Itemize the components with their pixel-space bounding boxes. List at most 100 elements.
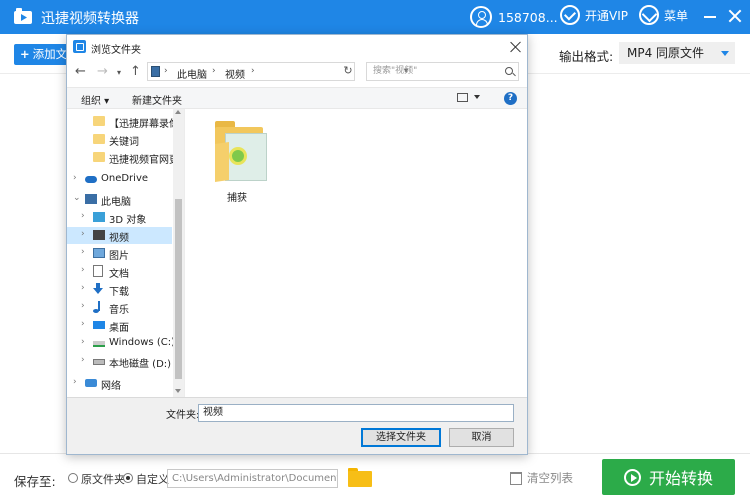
tree-item-label: 下载 bbox=[109, 287, 129, 298]
tree-item[interactable]: › OneDrive bbox=[67, 171, 172, 188]
bottom-bar: 保存至: 原文件夹 自定义 C:\Users\Administrator\Doc… bbox=[0, 453, 750, 501]
browse-folder-icon[interactable] bbox=[348, 468, 372, 487]
scroll-thumb[interactable] bbox=[175, 199, 182, 379]
tree-item[interactable]: › 下载 bbox=[67, 281, 172, 298]
minimize-icon[interactable] bbox=[704, 16, 716, 18]
user-name: 158708... bbox=[498, 9, 558, 25]
video-icon bbox=[93, 230, 105, 240]
folder-icon bbox=[93, 116, 105, 126]
chevron-right-icon[interactable]: › bbox=[81, 337, 85, 347]
tree-item-label: OneDrive bbox=[101, 173, 149, 184]
drive-c-icon bbox=[93, 341, 105, 347]
chevron-right-icon[interactable]: › bbox=[81, 355, 85, 365]
scroll-down-icon[interactable] bbox=[175, 389, 181, 393]
address-segment-pc[interactable]: 此电脑 bbox=[177, 66, 207, 81]
tree-item[interactable]: › 3D 对象 bbox=[67, 209, 172, 226]
user-avatar-icon bbox=[470, 6, 492, 28]
recent-dropdown-icon[interactable]: ▾ bbox=[117, 68, 121, 77]
search-input[interactable]: 搜索"视频" bbox=[366, 62, 519, 81]
capture-folder-label[interactable]: 捕获 bbox=[227, 189, 247, 204]
save-to-label: 保存至: bbox=[14, 474, 56, 489]
address-segment-video[interactable]: 视频 bbox=[225, 66, 245, 81]
address-separator-icon: › bbox=[212, 66, 216, 76]
music-icon bbox=[93, 301, 101, 313]
radio-original-folder[interactable] bbox=[68, 473, 78, 483]
chevron-right-icon[interactable]: › bbox=[81, 319, 85, 329]
output-path-field[interactable]: C:\Users\Administrator\Documents bbox=[167, 469, 338, 488]
chevron-down-icon[interactable]: ⌄ bbox=[73, 193, 81, 203]
dialog-app-icon bbox=[73, 40, 86, 53]
tree-item[interactable]: › 本地磁盘 (D:) bbox=[67, 353, 172, 370]
tree-item-label: 3D 对象 bbox=[109, 215, 147, 226]
help-icon[interactable]: ? bbox=[504, 92, 517, 105]
menu-label: 菜单 bbox=[664, 8, 689, 23]
tree-item[interactable]: 迅捷视频官网更新 bbox=[67, 149, 184, 166]
chevron-right-icon[interactable]: › bbox=[81, 301, 85, 311]
chevron-right-icon[interactable]: › bbox=[73, 377, 77, 387]
forward-arrow-icon[interactable]: → bbox=[97, 64, 108, 79]
app-logo-icon bbox=[14, 8, 32, 24]
capture-folder-icon[interactable] bbox=[215, 121, 271, 185]
clear-list-button[interactable]: 清空列表 bbox=[510, 470, 573, 486]
up-arrow-icon[interactable]: ↑ bbox=[130, 64, 141, 79]
radio-original-folder-label: 原文件夹 bbox=[81, 473, 125, 486]
tree-item[interactable]: › 图片 bbox=[67, 245, 172, 262]
output-format-label: 输出格式: bbox=[559, 49, 614, 64]
chevron-right-icon[interactable]: › bbox=[73, 173, 77, 183]
address-bar[interactable]: › 此电脑 › 视频 › ▾ bbox=[147, 62, 408, 81]
chevron-right-icon[interactable]: › bbox=[81, 247, 85, 257]
drive-d-icon bbox=[93, 359, 105, 365]
tree-scrollbar[interactable] bbox=[173, 109, 184, 397]
start-convert-label: 开始转换 bbox=[648, 469, 713, 488]
start-convert-button[interactable]: 开始转换 bbox=[602, 459, 735, 495]
app-window: 迅捷视频转换器 158708... 开通VIP 菜单 + 添加文 输出格式: MP… bbox=[0, 0, 750, 501]
scroll-up-icon[interactable] bbox=[175, 110, 181, 114]
chevron-right-icon[interactable]: › bbox=[81, 265, 85, 275]
user-account[interactable]: 158708... bbox=[470, 5, 558, 29]
navigation-row: ← → ▾ ↑ › 此电脑 › 视频 › ▾ ↻ 搜索"视频" bbox=[67, 61, 527, 83]
organize-menu[interactable]: 组织 ▾ bbox=[81, 92, 109, 107]
address-pc-icon bbox=[151, 66, 160, 77]
search-placeholder: 搜索"视频" bbox=[373, 66, 418, 76]
radio-custom-label: 自定义 bbox=[136, 473, 169, 486]
pc-icon bbox=[85, 194, 97, 204]
title-bar: 迅捷视频转换器 158708... 开通VIP 菜单 bbox=[0, 0, 750, 34]
documents-icon bbox=[93, 265, 103, 277]
new-folder-button[interactable]: 新建文件夹 bbox=[132, 92, 182, 107]
menu-icon bbox=[639, 5, 659, 25]
clear-list-label: 清空列表 bbox=[527, 471, 573, 485]
folder-name-field[interactable]: 视频 bbox=[198, 404, 514, 422]
trash-icon bbox=[510, 471, 522, 485]
pictures-icon bbox=[93, 248, 105, 258]
radio-custom[interactable] bbox=[123, 473, 133, 483]
output-format-value: MP4 同原文件 bbox=[627, 46, 705, 60]
open-vip-button[interactable]: 开通VIP bbox=[560, 5, 628, 25]
folder-content-pane: 捕获 bbox=[187, 109, 527, 397]
tree-item[interactable]: › 视频 bbox=[67, 227, 172, 244]
search-icon bbox=[505, 67, 513, 75]
tree-item[interactable]: 【迅捷屏幕录像 bbox=[67, 113, 179, 130]
back-arrow-icon[interactable]: ← bbox=[75, 64, 86, 79]
tree-item[interactable]: ⌄ 此电脑 bbox=[67, 191, 172, 208]
close-icon[interactable] bbox=[728, 9, 742, 23]
tree-item[interactable]: › 文档 bbox=[67, 263, 172, 280]
tree-item[interactable]: › 桌面 bbox=[67, 317, 172, 334]
tree-item[interactable]: 关键词 bbox=[67, 131, 172, 148]
dialog-title: 浏览文件夹 bbox=[91, 45, 141, 56]
chevron-right-icon[interactable]: › bbox=[81, 229, 85, 239]
address-separator-icon: › bbox=[164, 66, 168, 76]
tree-item[interactable]: › 音乐 bbox=[67, 299, 172, 316]
select-folder-button[interactable]: 选择文件夹 bbox=[361, 428, 441, 447]
tree-item[interactable]: › Windows (C:) bbox=[67, 335, 175, 352]
dialog-close-icon[interactable] bbox=[510, 41, 522, 53]
cancel-button[interactable]: 取消 bbox=[449, 428, 514, 447]
view-options-icon[interactable] bbox=[457, 93, 468, 102]
output-format-select[interactable]: MP4 同原文件 bbox=[619, 42, 735, 64]
view-dropdown-icon[interactable] bbox=[474, 95, 480, 99]
menu-button[interactable]: 菜单 bbox=[639, 5, 688, 25]
dialog-footer: 文件夹: 视频 选择文件夹 取消 bbox=[67, 397, 527, 454]
tree-item[interactable]: › 网络 bbox=[67, 375, 172, 392]
refresh-icon[interactable]: ↻ bbox=[341, 62, 355, 79]
chevron-right-icon[interactable]: › bbox=[81, 283, 85, 293]
chevron-right-icon[interactable]: › bbox=[81, 211, 85, 221]
